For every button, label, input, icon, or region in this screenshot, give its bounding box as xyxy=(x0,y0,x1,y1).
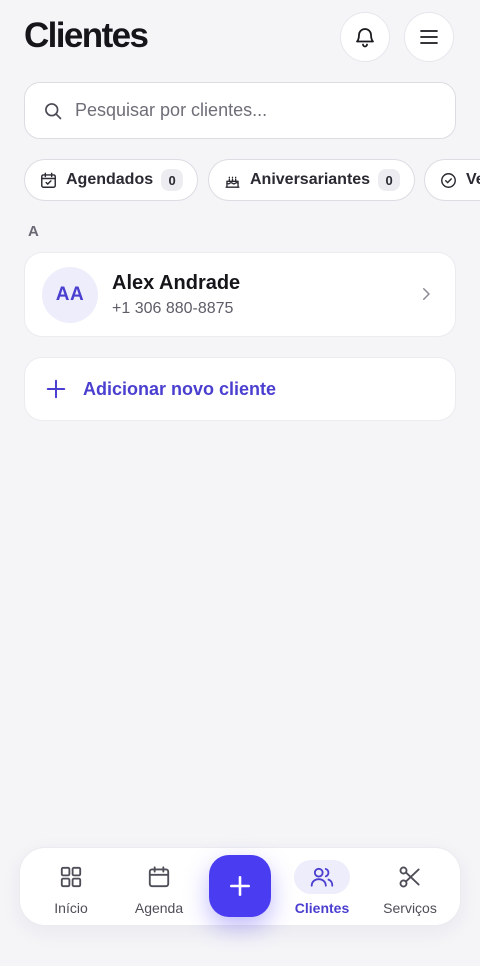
calendar-check-icon xyxy=(41,172,56,188)
page-title: Clientes xyxy=(24,16,149,55)
filter-chip-label: Ve xyxy=(466,171,480,188)
search-input[interactable] xyxy=(75,100,415,121)
client-name: Alex Andrade xyxy=(112,272,241,294)
filter-chip-count: 0 xyxy=(378,169,401,191)
add-client-button[interactable]: Adicionar novo cliente xyxy=(24,357,456,421)
grid-icon xyxy=(60,866,82,888)
nav-item-inicio[interactable]: Início xyxy=(31,848,111,927)
nav-item-servicos[interactable]: Serviços xyxy=(370,848,450,927)
bell-icon xyxy=(356,28,374,48)
nav-item-agenda[interactable]: Agenda xyxy=(119,848,199,927)
filter-chip-aniversariantes[interactable]: Aniversariantes 0 xyxy=(208,159,416,201)
filter-chip-label: Agendados xyxy=(66,171,154,188)
nav-label: Agenda xyxy=(134,900,184,916)
search-icon xyxy=(45,102,62,119)
notifications-button[interactable] xyxy=(340,12,390,62)
check-circle-icon xyxy=(441,172,456,188)
nav-label: Clientes xyxy=(294,900,350,916)
scissors-icon xyxy=(399,866,420,888)
search-bar[interactable] xyxy=(24,82,456,139)
avatar: AA xyxy=(42,267,98,323)
add-fab-button[interactable] xyxy=(209,855,271,917)
hamburger-menu-icon xyxy=(420,30,438,44)
filter-chips: Agendados 0 Aniversariantes 0 Ve xyxy=(24,159,480,203)
section-letter: A xyxy=(28,223,39,240)
filter-chip-label: Aniversariantes xyxy=(250,171,371,188)
menu-button[interactable] xyxy=(404,12,454,62)
filter-chip-agendados[interactable]: Agendados 0 xyxy=(24,159,199,201)
header: Clientes xyxy=(0,0,480,76)
add-client-label: Adicionar novo cliente xyxy=(83,378,277,399)
nav-item-clientes[interactable]: Clientes xyxy=(282,848,362,927)
birthday-cake-icon xyxy=(225,176,240,188)
client-phone: +1 306 880-8875 xyxy=(112,300,234,317)
plus-icon xyxy=(230,876,250,896)
nav-label: Início xyxy=(54,900,88,916)
client-card[interactable]: AA Alex Andrade +1 306 880-8875 xyxy=(24,252,456,337)
nav-label: Serviços xyxy=(383,900,437,916)
plus-icon xyxy=(46,379,66,399)
users-icon xyxy=(310,867,334,887)
calendar-icon xyxy=(148,866,170,888)
filter-chip-partial[interactable]: Ve xyxy=(424,159,480,201)
chevron-right-icon xyxy=(423,288,430,300)
filter-chip-count: 0 xyxy=(161,169,184,191)
